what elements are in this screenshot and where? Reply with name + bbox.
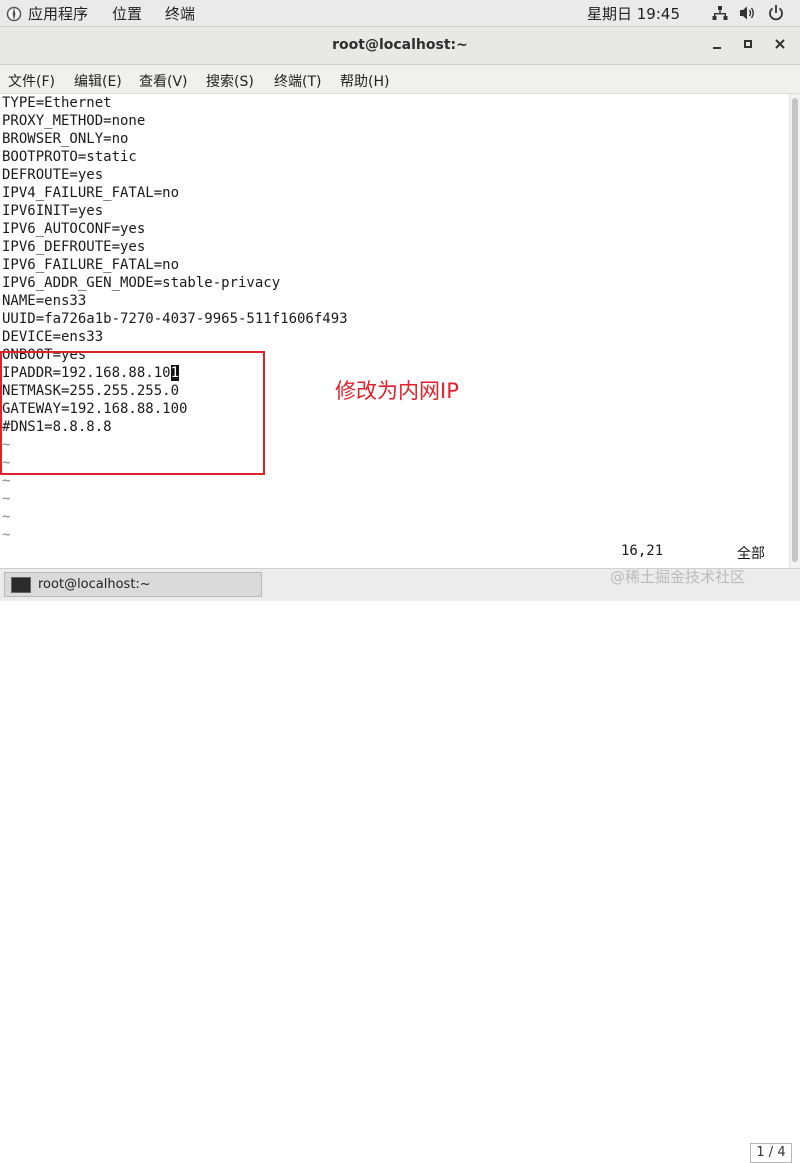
empty-line-tilde: ~ — [2, 527, 11, 543]
config-line: IPV4_FAILURE_FATAL=no — [2, 185, 180, 201]
empty-line-tilde: ~ — [2, 509, 11, 525]
volume-icon[interactable] — [739, 5, 757, 21]
taskbar-terminal-button[interactable]: root@localhost:~ — [4, 572, 262, 597]
places-menu[interactable]: 位置 — [112, 3, 142, 24]
config-line: IPV6_DEFROUTE=yes — [2, 239, 146, 255]
minimize-button[interactable] — [706, 35, 728, 57]
terminal-icon — [11, 576, 31, 593]
terminal-area[interactable]: TYPE=Ethernet PROXY_METHOD=none BROWSER_… — [0, 94, 789, 568]
terminal-app-menu[interactable]: 终端 — [165, 3, 195, 24]
clock[interactable]: 星期日 19:45 — [587, 3, 680, 24]
network-icon[interactable] — [712, 5, 728, 21]
top-bar: 应用程序 位置 终端 星期日 19:45 — [0, 0, 800, 27]
empty-line-tilde: ~ — [2, 491, 11, 507]
terminal-scrollbar[interactable] — [789, 94, 800, 568]
minimize-icon — [713, 47, 721, 49]
menu-search[interactable]: 搜索(S) — [206, 71, 254, 91]
applications-menu[interactable]: 应用程序 — [6, 3, 88, 24]
config-line: DEVICE=ens33 — [2, 329, 104, 345]
menu-bar: 文件(F) 编辑(E) 查看(V) 搜索(S) 终端(T) 帮助(H) — [0, 65, 800, 94]
cursor-position: 16,21 — [621, 543, 664, 559]
menu-edit[interactable]: 编辑(E) — [74, 71, 122, 91]
config-line: IPV6_FAILURE_FATAL=no — [2, 257, 180, 273]
maximize-button[interactable] — [737, 35, 759, 57]
power-icon[interactable] — [768, 4, 784, 22]
config-line: PROXY_METHOD=none — [2, 113, 146, 129]
annotation-box — [0, 351, 265, 475]
menu-view[interactable]: 查看(V) — [139, 71, 188, 91]
task-label: root@localhost:~ — [38, 577, 151, 592]
close-icon — [775, 39, 785, 49]
config-line: BOOTPROTO=static — [2, 149, 137, 165]
config-line: UUID=fa726a1b-7270-4037-9965-511f1606f49… — [2, 311, 348, 327]
config-line: BROWSER_ONLY=no — [2, 131, 129, 147]
file-scope: 全部 — [737, 546, 765, 562]
scrollbar-thumb[interactable] — [792, 98, 798, 562]
menu-file[interactable]: 文件(F) — [8, 71, 55, 91]
config-line: DEFROUTE=yes — [2, 167, 104, 183]
config-line: TYPE=Ethernet — [2, 95, 112, 111]
close-button[interactable] — [769, 35, 791, 57]
menu-help[interactable]: 帮助(H) — [340, 71, 389, 91]
config-line: IPV6_AUTOCONF=yes — [2, 221, 146, 237]
config-line: NAME=ens33 — [2, 293, 87, 309]
menu-terminal[interactable]: 终端(T) — [274, 71, 321, 91]
maximize-icon — [744, 40, 752, 48]
config-line: IPV6INIT=yes — [2, 203, 104, 219]
window-title: root@localhost:~ — [332, 37, 468, 53]
watermark: @稀土掘金技术社区 — [610, 568, 746, 586]
annotation-text: 修改为内网IP — [335, 379, 459, 403]
config-line: IPV6_ADDR_GEN_MODE=stable-privacy — [2, 275, 281, 291]
applications-label: 应用程序 — [28, 5, 89, 23]
window-titlebar[interactable]: root@localhost:~ — [0, 27, 800, 65]
workspace-pager[interactable]: 1 / 4 — [750, 1143, 792, 1163]
applications-icon — [6, 6, 22, 21]
